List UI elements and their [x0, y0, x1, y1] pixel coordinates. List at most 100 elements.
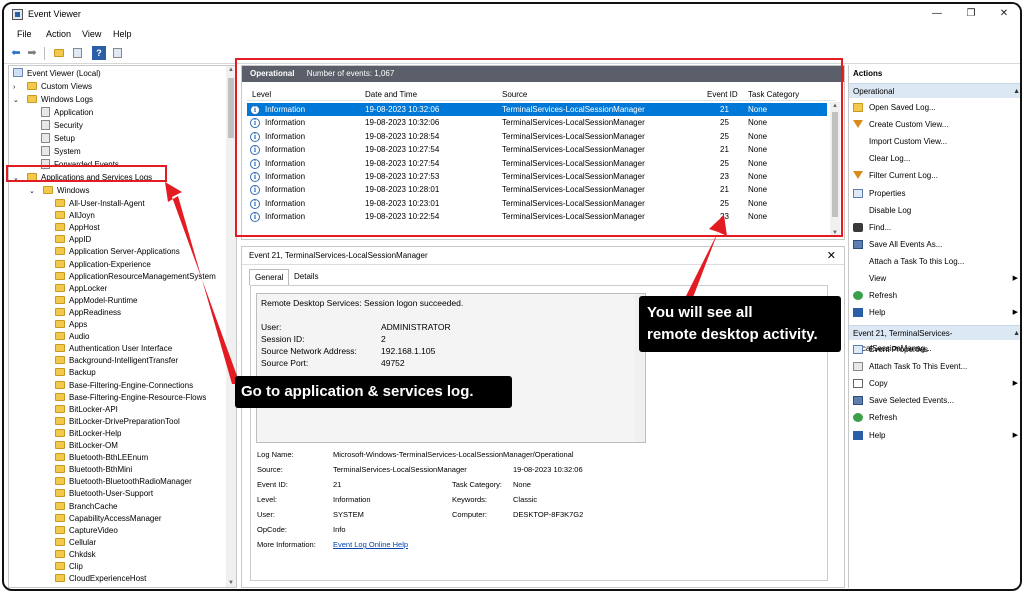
tree-item-windows-child[interactable]: Backup	[55, 367, 96, 379]
tree-item-system[interactable]: System	[41, 146, 81, 158]
tree-item-security[interactable]: Security	[41, 120, 83, 132]
prop-value-log-name: Microsoft-Windows-TerminalServices-Local…	[333, 450, 574, 459]
menu-view[interactable]: View	[82, 29, 101, 39]
tree-item-custom-views[interactable]: › Custom Views	[13, 81, 92, 93]
tree-item-windows-child[interactable]: AppReadiness	[55, 307, 121, 319]
action-item[interactable]: Import Custom View...	[849, 134, 1020, 149]
folder-icon	[55, 235, 65, 244]
action-item[interactable]: View ▶	[849, 271, 1020, 286]
action-item[interactable]: Save All Events As...	[849, 237, 1020, 252]
tree-item-windows-child[interactable]: AppModel-Runtime	[55, 295, 137, 307]
scrollbar-thumb[interactable]	[228, 78, 234, 138]
tree-item-windows-child[interactable]: Application-Experience	[55, 259, 151, 271]
tree-item-windows-child[interactable]: BitLocker-API	[55, 404, 118, 416]
action-item[interactable]: Find...	[849, 220, 1020, 235]
tree-item-windows-child[interactable]: AppID	[55, 234, 91, 246]
tree-item-windows-child[interactable]: ApplicationResourceManagementSystem	[55, 271, 216, 283]
tree-item-windows-child[interactable]: BitLocker-OM	[55, 440, 118, 452]
prop-value-event-id: 21	[333, 480, 342, 489]
tree-item-windows-child[interactable]: Bluetooth-BthMini	[55, 464, 132, 476]
action-item[interactable]: Create Custom View...	[849, 117, 1020, 132]
actions-section-event[interactable]: Event 21, TerminalServices-LocalSessionM…	[849, 325, 1020, 353]
tab-general[interactable]: General	[249, 269, 290, 285]
action-label: Refresh	[869, 413, 898, 423]
action-item[interactable]: Open Saved Log...	[849, 100, 1020, 115]
action-item[interactable]: Clear Log...	[849, 151, 1020, 166]
tree-item-windows-child[interactable]: AppLocker	[55, 283, 107, 295]
scroll-down-arrow-icon[interactable]: ▼	[226, 580, 236, 586]
tree-item-windows-child[interactable]: AllJoyn	[55, 210, 95, 222]
tree-item-windows-child[interactable]: Bluetooth-BthLEEnum	[55, 452, 148, 464]
folder-up-icon[interactable]	[52, 46, 66, 60]
tree-item-windows[interactable]: ⌄ Windows	[29, 185, 89, 197]
prop-label-source: Source:	[257, 465, 283, 474]
event-log-online-help-link[interactable]: Event Log Online Help	[333, 540, 408, 549]
action-item[interactable]: Properties	[849, 186, 1020, 201]
tab-details[interactable]: Details	[289, 269, 323, 285]
tree-item-windows-child[interactable]: Chkdsk	[55, 549, 96, 561]
show-action-pane-icon[interactable]	[110, 46, 124, 60]
action-item[interactable]: Refresh	[849, 288, 1020, 303]
tree-item-windows-child[interactable]: Audio	[55, 331, 89, 343]
tree-item-windows-child[interactable]: Bluetooth-BluetoothRadioManager	[55, 476, 192, 488]
tree-item-windows-child[interactable]: Cellular	[55, 537, 96, 549]
action-item[interactable]: Refresh	[849, 410, 1020, 425]
action-item[interactable]: Help ▶	[849, 428, 1020, 443]
tree-item-windows-child[interactable]: BitLocker-Help	[55, 428, 121, 440]
log-icon	[41, 146, 50, 156]
tree-item-application[interactable]: Application	[41, 107, 93, 119]
tree-item-windows-child[interactable]: Background-IntelligentTransfer	[55, 355, 178, 367]
action-item[interactable]: Event Properties	[849, 342, 1020, 357]
action-item[interactable]: Save Selected Events...	[849, 393, 1020, 408]
action-item[interactable]: Attach Task To This Event...	[849, 359, 1020, 374]
minimize-button[interactable]: —	[922, 6, 952, 22]
tree-item-windows-child[interactable]: Bluetooth-User-Support	[55, 488, 153, 500]
menu-help[interactable]: Help	[113, 29, 132, 39]
collapse-caret-icon[interactable]: ▲	[1013, 84, 1020, 99]
refresh-icon	[853, 291, 863, 301]
chevron-down-icon[interactable]: ⌄	[29, 186, 43, 198]
help-icon[interactable]: ?	[92, 46, 106, 60]
tree-item-windows-child[interactable]: CloudExperienceHost	[55, 573, 146, 585]
back-arrow-icon[interactable]: ⬅	[9, 46, 23, 60]
forward-arrow-icon[interactable]: ➡	[25, 46, 39, 60]
collapse-caret-icon[interactable]: ▲	[1013, 326, 1020, 341]
filter-icon	[853, 120, 863, 129]
actions-section-operational[interactable]: Operational ▲	[849, 83, 1020, 99]
action-item[interactable]: Filter Current Log...	[849, 168, 1020, 183]
menu-file[interactable]: File	[17, 29, 32, 39]
tree-item-windows-child[interactable]: BitLocker-DrivePreparationTool	[55, 416, 180, 428]
prop-value-source: TerminalServices-LocalSessionManager	[333, 465, 467, 474]
action-label: Find...	[869, 222, 892, 232]
chevron-down-icon[interactable]: ⌄	[13, 95, 27, 107]
tree-item-windows-child[interactable]: Clip	[55, 561, 83, 573]
submenu-arrow-icon: ▶	[1012, 380, 1018, 388]
tree-item-windows-child[interactable]: Authentication User Interface	[55, 343, 172, 355]
action-item[interactable]: Help ▶	[849, 305, 1020, 320]
close-button[interactable]: ✕	[989, 6, 1019, 22]
folder-icon	[43, 186, 53, 194]
folder-icon	[55, 392, 65, 401]
tree-item-windows-child[interactable]: CaptureVideo	[55, 525, 118, 537]
tree-item-windows-child[interactable]: Apps	[55, 319, 87, 331]
action-item[interactable]: Disable Log	[849, 203, 1020, 218]
event-description-box[interactable]: Remote Desktop Services: Session logon s…	[256, 293, 646, 443]
action-item[interactable]: Copy ▶	[849, 376, 1020, 391]
tree-item-windows-child[interactable]: CapabilityAccessManager	[55, 513, 162, 525]
close-icon[interactable]: ✕	[827, 249, 836, 262]
tree-item-windows-logs[interactable]: ⌄ Windows Logs	[13, 94, 93, 106]
tree-item-windows-child[interactable]: All-User-Install-Agent	[55, 198, 145, 210]
chevron-right-icon[interactable]: ›	[13, 82, 27, 94]
tree-item-windows-child[interactable]: Base-Filtering-Engine-Connections	[55, 380, 193, 392]
tree-item-windows-child[interactable]: BranchCache	[55, 501, 117, 513]
maximize-button[interactable]: ❐	[956, 6, 986, 22]
tree-item-windows-child[interactable]: Application Server-Applications	[55, 246, 180, 258]
tree-item-windows-child[interactable]: Base-Filtering-Engine-Resource-Flows	[55, 392, 206, 404]
show-hide-tree-icon[interactable]	[70, 46, 84, 60]
action-item[interactable]: Attach a Task To this Log...	[849, 254, 1020, 269]
tree-item-windows-child[interactable]: AppHost	[55, 222, 100, 234]
tree-item-setup[interactable]: Setup	[41, 133, 75, 145]
remote-desktop-activity-callout: You will see all remote desktop activity…	[639, 296, 841, 352]
menu-action[interactable]: Action	[46, 29, 71, 39]
tree-item-root[interactable]: Event Viewer (Local)	[13, 68, 101, 80]
